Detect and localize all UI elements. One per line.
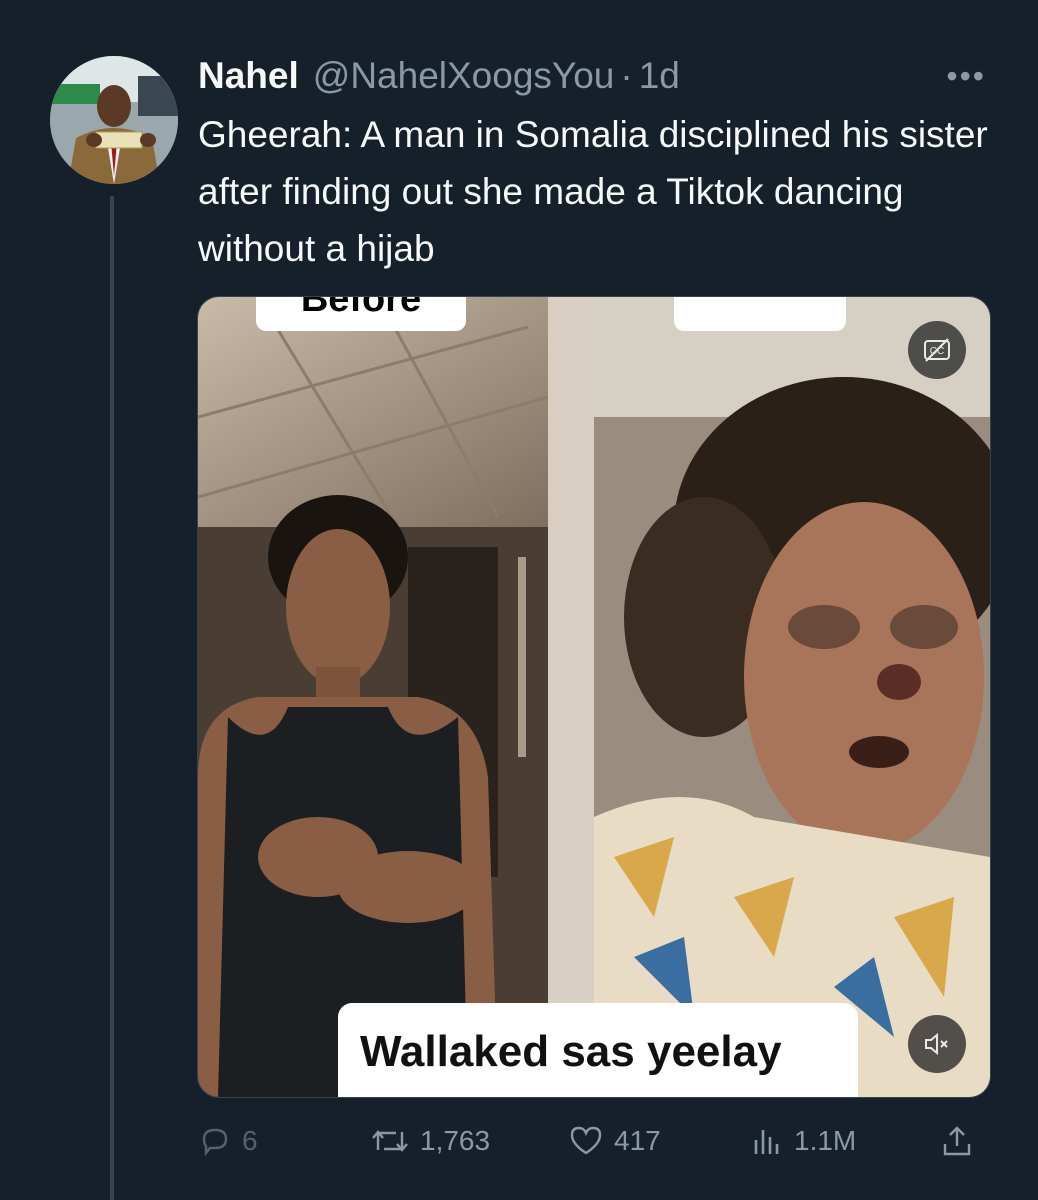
tweet-video[interactable]: Before CC Wallaked sas yeelay: [197, 296, 991, 1098]
more-horizontal-icon[interactable]: •••: [946, 60, 986, 92]
views-count: 1.1M: [794, 1125, 857, 1156]
tweet-header: Nahel @NahelXoogsYou · 1d •••: [198, 52, 998, 100]
retweet-count: 1,763: [420, 1125, 491, 1156]
user-handle[interactable]: @NahelXoogsYou: [313, 55, 615, 97]
views-button[interactable]: 1.1M: [750, 1116, 856, 1166]
avatar-image: [50, 56, 178, 184]
separator-dot: ·: [620, 55, 633, 96]
retweet-icon: [372, 1130, 408, 1152]
display-name[interactable]: Nahel: [198, 55, 299, 97]
video-frame-before: Before: [198, 297, 594, 1097]
volume-muted-icon[interactable]: [908, 1015, 966, 1073]
views-icon: [754, 1130, 779, 1154]
retweet-button[interactable]: 1,763: [370, 1116, 490, 1166]
reply-count: 6: [242, 1125, 258, 1156]
share-icon: [943, 1126, 971, 1156]
timestamp[interactable]: 1d: [639, 55, 680, 97]
heart-icon: [570, 1126, 602, 1155]
thread-line: [110, 196, 114, 1200]
caption-subtitle: Wallaked sas yeelay: [338, 1003, 858, 1097]
caption-after: [674, 297, 846, 331]
avatar[interactable]: [50, 56, 178, 184]
like-button[interactable]: 417: [568, 1116, 661, 1166]
video-frame-after: [594, 297, 990, 1097]
caption-before: Before: [256, 297, 466, 331]
reply-icon: [202, 1128, 228, 1157]
tweet-actions: 6 1,763 417 1.1M: [198, 1116, 998, 1166]
reply-button[interactable]: 6: [198, 1116, 258, 1166]
tweet-text: Gheerah: A man in Somalia disciplined hi…: [198, 114, 988, 269]
captions-off-icon[interactable]: CC: [908, 321, 966, 379]
share-button[interactable]: [940, 1116, 984, 1166]
like-count: 417: [614, 1125, 661, 1156]
